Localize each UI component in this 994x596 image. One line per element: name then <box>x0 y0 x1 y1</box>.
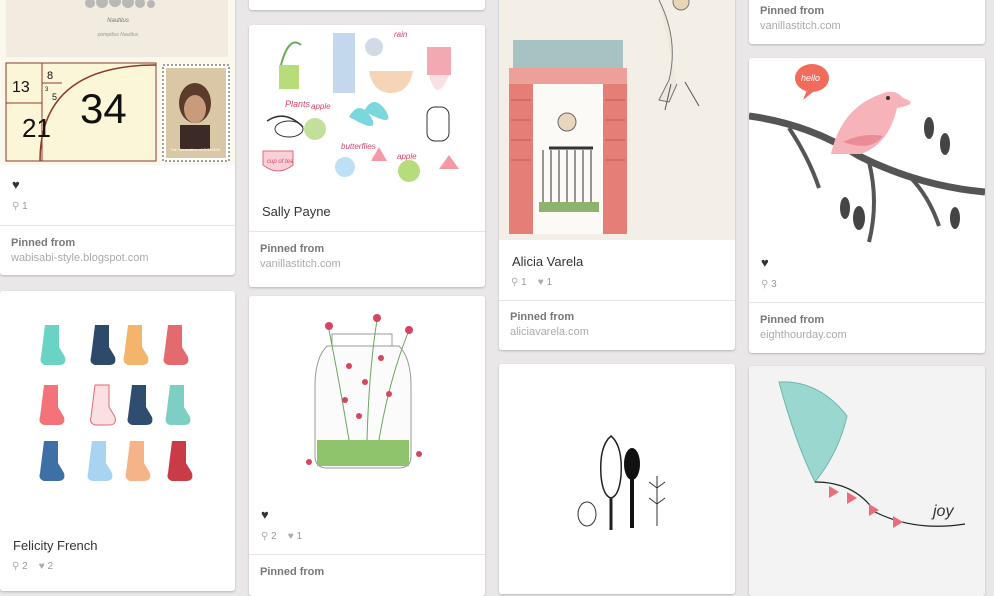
fib-34: 34 <box>80 85 127 132</box>
pin-image-sally[interactable]: Plants rain apple butterflies cup of tea… <box>249 25 485 191</box>
divider <box>0 225 235 226</box>
pin-stats: ⚲ 3 <box>761 279 777 290</box>
repin-count: 2 <box>22 561 28 572</box>
pin-stats: ⚲ 2 ♥ 2 <box>12 561 53 572</box>
divider <box>499 300 735 301</box>
like-count: 1 <box>546 277 553 288</box>
heart-icon[interactable]: ♥ <box>261 507 269 522</box>
pin-source-link[interactable]: eighthourday.com <box>760 329 847 341</box>
repin-count: 2 <box>271 531 277 542</box>
pin-card-nautilus[interactable]: Nautilus pompilius Nautilus 13 8 5 34 21… <box>0 0 235 275</box>
repin-count: 1 <box>521 277 527 288</box>
like-icon: ♥ <box>38 561 45 572</box>
like-icon: ♥ <box>287 531 294 542</box>
repin-icon: ⚲ <box>261 531 269 542</box>
pin-card-top-clipped[interactable] <box>249 0 485 10</box>
bird-bubble-text: hello <box>801 73 820 83</box>
like-count: 2 <box>47 561 54 572</box>
pinned-from-label: Pinned from <box>260 566 325 578</box>
stamp-text: The Generation of DOMINIK <box>170 147 221 152</box>
pin-card-jar[interactable]: ♥ ⚲ 2 ♥ 1 Pinned from <box>249 296 485 596</box>
doodle-word-plants: Plants <box>285 99 311 109</box>
pin-source-link[interactable]: vanillastitch.com <box>760 20 841 32</box>
pin-card-utensils[interactable] <box>499 364 735 594</box>
fib-8: 8 <box>47 70 53 82</box>
repin-icon: ⚲ <box>511 277 519 288</box>
nautilus-caption-1: Nautilus <box>107 18 129 24</box>
pin-card-sally-payne[interactable]: Plants rain apple butterflies cup of tea… <box>249 25 485 287</box>
pin-description: Alicia Varela <box>512 254 584 269</box>
repin-icon: ⚲ <box>12 201 20 212</box>
pin-card-top-vanillastitch[interactable]: Pinned from vanillastitch.com <box>749 0 985 44</box>
doodle-word-cup-of-tea: cup of tea <box>267 159 294 165</box>
pin-source-link[interactable]: wabisabi-style.blogspot.com <box>11 252 149 264</box>
fib-21: 21 <box>22 113 51 143</box>
pin-image-nautilus[interactable]: Nautilus pompilius Nautilus 13 8 5 34 21… <box>0 0 235 165</box>
doodle-word-apple: apple <box>311 102 331 111</box>
pin-image-socks[interactable] <box>0 291 235 525</box>
pinned-from-label: Pinned from <box>510 311 575 323</box>
pin-card-socks[interactable]: Felicity French ⚲ 2 ♥ 2 <box>0 291 235 591</box>
doodle-word-butterflies: butterflies <box>341 142 376 151</box>
heart-icon[interactable]: ♥ <box>12 177 20 192</box>
divider <box>249 554 485 555</box>
repin-count: 1 <box>22 201 28 212</box>
pin-source-link[interactable]: aliciavarela.com <box>510 326 589 338</box>
nautilus-caption-2: pompilius Nautilus <box>97 32 139 38</box>
pin-card-kite[interactable]: joy <box>749 366 985 596</box>
divider <box>749 302 985 303</box>
pin-stats: ⚲ 2 ♥ 1 <box>261 531 302 542</box>
pin-image-kite[interactable]: joy <box>749 366 985 596</box>
pinned-from-label: Pinned from <box>760 5 825 17</box>
pin-description: Sally Payne <box>262 204 331 219</box>
repin-count: 3 <box>771 279 777 290</box>
doodle-word-rain: rain <box>394 30 408 39</box>
like-icon: ♥ <box>537 277 544 288</box>
repin-icon: ⚲ <box>12 561 20 572</box>
pin-stats: ⚲ 1 ♥ 1 <box>511 277 552 288</box>
doodle-word-apple-2: apple <box>397 152 417 161</box>
pinned-from-label: Pinned from <box>260 243 325 255</box>
repin-icon: ⚲ <box>761 279 769 290</box>
divider <box>249 231 485 232</box>
pin-source-link[interactable]: vanillastitch.com <box>260 258 341 270</box>
pinned-from-label: Pinned from <box>11 237 76 249</box>
pin-image-alicia[interactable] <box>499 0 735 240</box>
pin-card-bird[interactable]: hello ♥ ⚲ 3 Pinned from eighthourday.com <box>749 58 985 353</box>
pin-image-utensils[interactable] <box>499 364 735 594</box>
pin-description: Felicity French <box>13 538 98 553</box>
heart-icon[interactable]: ♥ <box>761 255 769 270</box>
pin-stats: ⚲ 1 <box>12 201 28 212</box>
kite-text: joy <box>931 503 954 520</box>
pin-image-bird[interactable]: hello <box>749 58 985 244</box>
like-count: 1 <box>296 531 303 542</box>
pinned-from-label: Pinned from <box>760 314 825 326</box>
pin-card-alicia-varela[interactable]: Alicia Varela ⚲ 1 ♥ 1 Pinned from alicia… <box>499 0 735 350</box>
fib-5: 5 <box>52 92 57 102</box>
fib-13: 13 <box>12 79 30 96</box>
pin-image-jar[interactable] <box>249 296 485 495</box>
